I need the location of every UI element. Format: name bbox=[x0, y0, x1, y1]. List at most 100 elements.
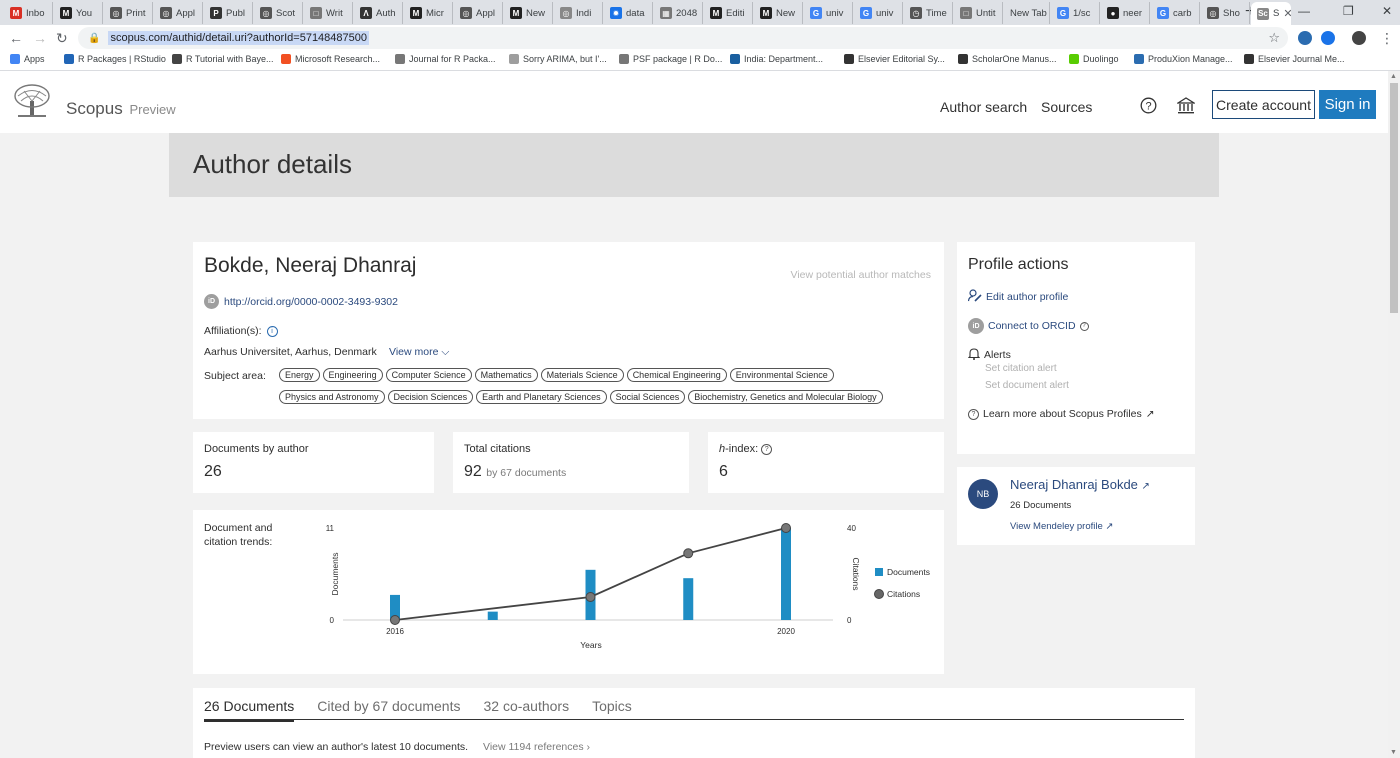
documents-bar[interactable] bbox=[683, 578, 694, 620]
institution-icon[interactable] bbox=[1175, 97, 1197, 119]
browser-tab[interactable]: ◎ Scot bbox=[254, 2, 303, 24]
info-icon[interactable]: i bbox=[266, 325, 278, 337]
subject-chip[interactable]: Earth and Planetary Sciences bbox=[476, 390, 607, 404]
reload-icon[interactable]: ↻ bbox=[56, 30, 68, 47]
browser-tab[interactable]: ◎ Sho bbox=[1201, 2, 1250, 24]
subject-chip[interactable]: Environmental Science bbox=[729, 368, 834, 382]
nav-author-search[interactable]: Author search bbox=[940, 99, 1027, 115]
documents-bar[interactable] bbox=[487, 611, 498, 620]
browser-tab[interactable]: M New bbox=[504, 2, 553, 24]
browser-tab[interactable]: □ Writ bbox=[304, 2, 353, 24]
subject-chip[interactable]: Engineering bbox=[322, 368, 383, 382]
help-icon[interactable]: ? bbox=[1140, 97, 1157, 119]
profile-avatar-icon[interactable] bbox=[1352, 31, 1366, 45]
elsevier-tree-logo-icon[interactable] bbox=[12, 83, 52, 119]
view-potential-matches-link[interactable]: View potential author matches bbox=[791, 269, 931, 281]
maximize-icon[interactable]: ❐ bbox=[1343, 4, 1354, 18]
scroll-up-icon[interactable]: ▲ bbox=[1390, 73, 1397, 80]
bookmark-item[interactable]: ScholarOne Manus... bbox=[958, 54, 1057, 64]
extension-icon[interactable] bbox=[1298, 31, 1312, 45]
citations-point[interactable] bbox=[781, 523, 791, 533]
minimize-icon[interactable]: — bbox=[1298, 4, 1310, 18]
subject-chip[interactable]: Biochemistry, Genetics and Molecular Bio… bbox=[688, 390, 883, 404]
nav-sources[interactable]: Sources bbox=[1041, 99, 1092, 115]
close-window-icon[interactable]: ✕ bbox=[1382, 4, 1392, 18]
browser-tab[interactable]: M Editi bbox=[704, 2, 753, 24]
set-document-alert-link[interactable]: Set document alert bbox=[985, 380, 1069, 391]
subject-chip[interactable]: Energy bbox=[279, 368, 320, 382]
back-icon[interactable]: ← bbox=[9, 30, 23, 46]
forward-icon[interactable]: → bbox=[33, 30, 47, 46]
browser-tab[interactable]: ● neer bbox=[1101, 2, 1150, 24]
browser-tab[interactable]: Sc S ✕ bbox=[1251, 2, 1291, 25]
subject-chip[interactable]: Materials Science bbox=[540, 368, 624, 382]
subject-chip[interactable]: Physics and Astronomy bbox=[279, 390, 385, 404]
documents-bar[interactable] bbox=[781, 528, 791, 620]
learn-more-link[interactable]: ? Learn more about Scopus Profiles ↗ bbox=[968, 408, 1155, 420]
scrollbar[interactable]: ▲ ▼ bbox=[1388, 71, 1400, 758]
menu-dots-icon[interactable]: ⋮ bbox=[1380, 30, 1394, 47]
scroll-down-icon[interactable]: ▼ bbox=[1390, 749, 1397, 756]
bookmark-item[interactable]: ProduXion Manage... bbox=[1134, 54, 1233, 64]
bookmark-item[interactable]: R Packages | RStudio bbox=[64, 54, 166, 64]
subject-chip[interactable]: Chemical Engineering bbox=[626, 368, 727, 382]
url-text[interactable]: scopus.com/authid/detail.uri?authorId=57… bbox=[108, 31, 370, 45]
browser-tab[interactable]: New Tab bbox=[1004, 2, 1050, 24]
url-field[interactable]: 🔒 scopus.com/authid/detail.uri?authorId=… bbox=[78, 27, 1288, 49]
browser-tab[interactable]: M New bbox=[754, 2, 803, 24]
view-mendeley-profile-link[interactable]: View Mendeley profile ↗ bbox=[1010, 521, 1113, 532]
scopus-brand[interactable]: Scopus Preview bbox=[66, 99, 176, 119]
browser-tab[interactable]: ◷ Time bbox=[904, 2, 953, 24]
browser-tab[interactable]: ◎ Indi bbox=[554, 2, 603, 24]
bookmark-item[interactable]: Apps bbox=[10, 54, 45, 64]
bookmark-item[interactable]: Elsevier Journal Me... bbox=[1244, 54, 1345, 64]
bookmark-item[interactable]: R Tutorial with Baye... bbox=[172, 54, 274, 64]
citations-point[interactable] bbox=[683, 548, 694, 559]
view-more-link[interactable]: View more ⌵ bbox=[389, 346, 449, 359]
hindex-metric-card[interactable]: h-index: ? 6 bbox=[708, 432, 944, 493]
browser-tab[interactable]: □ Untit bbox=[954, 2, 1003, 24]
bookmark-item[interactable]: Microsoft Research... bbox=[281, 54, 380, 64]
browser-tab[interactable]: P Publ bbox=[204, 2, 253, 24]
browser-tab[interactable]: ▦ 2048 bbox=[654, 2, 703, 24]
browser-tab[interactable]: M You bbox=[54, 2, 103, 24]
subject-chip[interactable]: Mathematics bbox=[474, 368, 538, 382]
browser-tab[interactable]: M Inbo bbox=[4, 2, 53, 24]
help-small-icon[interactable]: ? bbox=[1079, 321, 1089, 331]
bookmark-item[interactable]: Sorry ARIMA, but I'... bbox=[509, 54, 607, 64]
edit-author-profile-link[interactable]: Edit author profile bbox=[967, 289, 1068, 305]
subject-chip[interactable]: Social Sciences bbox=[609, 390, 686, 404]
browser-tab[interactable]: ◎ Print bbox=[104, 2, 153, 24]
bookmark-item[interactable]: India: Department... bbox=[730, 54, 823, 64]
grammarly-icon[interactable] bbox=[1321, 31, 1335, 45]
connect-orcid-link[interactable]: iD Connect to ORCID ? bbox=[968, 318, 1089, 334]
set-citation-alert-link[interactable]: Set citation alert bbox=[985, 363, 1057, 374]
bookmark-item[interactable]: Elsevier Editorial Sy... bbox=[844, 54, 945, 64]
browser-tab[interactable]: ✹ data bbox=[604, 2, 653, 24]
bookmark-item[interactable]: Journal for R Packa... bbox=[395, 54, 496, 64]
close-tab-icon[interactable]: ✕ bbox=[1283, 7, 1291, 20]
citations-point[interactable] bbox=[390, 615, 400, 625]
browser-tab[interactable]: Λ Auth bbox=[354, 2, 403, 24]
browser-tab[interactable]: Guniv bbox=[804, 2, 853, 24]
create-account-button[interactable]: Create account bbox=[1212, 90, 1315, 119]
citations-metric-card[interactable]: Total citations 92 by 67 documents bbox=[453, 432, 689, 493]
subject-chip[interactable]: Computer Science bbox=[385, 368, 472, 382]
browser-tab[interactable]: Guniv bbox=[854, 2, 903, 24]
browser-tab[interactable]: M Micr bbox=[404, 2, 453, 24]
browser-tab[interactable]: ◎ Appl bbox=[454, 2, 503, 24]
browser-tab[interactable]: G 1/sc bbox=[1051, 2, 1100, 24]
help-small-icon[interactable]: ? bbox=[761, 443, 773, 455]
documents-metric-card[interactable]: Documents by author 26 bbox=[193, 432, 434, 493]
bookmark-item[interactable]: PSF package | R Do... bbox=[619, 54, 722, 64]
sign-in-button[interactable]: Sign in bbox=[1319, 90, 1376, 119]
browser-tab[interactable]: ◎ Appl bbox=[154, 2, 203, 24]
orcid-link[interactable]: http://orcid.org/0000-0002-3493-9302 bbox=[224, 296, 398, 308]
view-references-link[interactable]: View 1194 references › bbox=[483, 741, 590, 753]
bookmark-star-icon[interactable]: ☆ bbox=[1268, 30, 1280, 46]
subject-chip[interactable]: Decision Sciences bbox=[387, 390, 474, 404]
browser-tab[interactable]: Gcarb bbox=[1151, 2, 1200, 24]
citations-point[interactable] bbox=[585, 592, 596, 602]
scroll-thumb[interactable] bbox=[1390, 83, 1398, 313]
mendeley-name-link[interactable]: Neeraj Dhanraj Bokde ↗ bbox=[1010, 477, 1150, 492]
